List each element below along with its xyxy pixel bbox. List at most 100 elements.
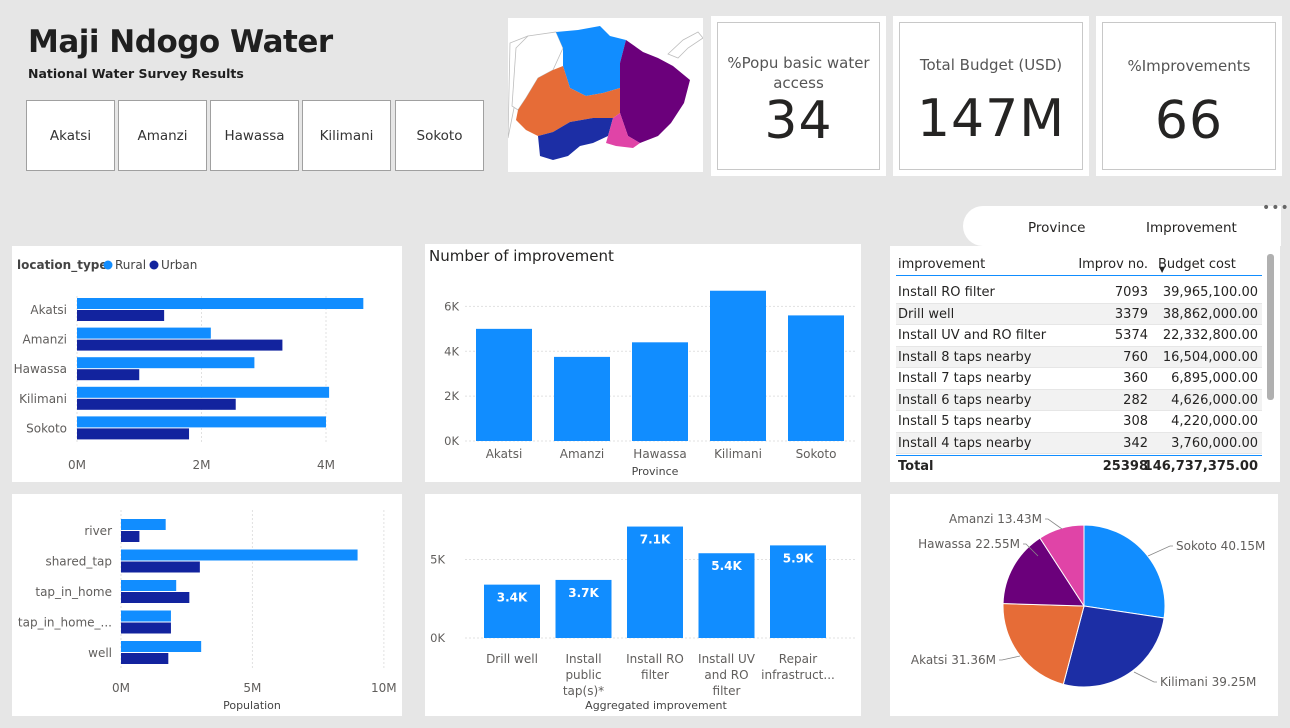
table-header-improv-no[interactable]: Improv no. (1078, 254, 1148, 276)
bar-urban (77, 310, 165, 321)
map-border-line (667, 31, 704, 59)
table-row[interactable]: Drill well 3379 38,862,000.00 (896, 303, 1262, 325)
kpi-card-improvements: %Improvements 66 (1096, 16, 1282, 176)
y-category-label: Akatsi (30, 303, 67, 317)
x-category-label: Install RO (626, 652, 684, 666)
table-total-budget: 146,737,375.00 (1143, 459, 1258, 474)
table-total-label: Total (898, 459, 934, 474)
improvements-by-province-svg: Number of improvement 0K 2K 4K 6K Akatsi Amanz… (429, 247, 855, 478)
slicer-kilimani[interactable]: Kilimani (302, 100, 391, 171)
table-row[interactable]: Install UV and RO filter 5374 22,332,800.0… (896, 325, 1262, 347)
x-category-label: Sokoto (796, 447, 837, 461)
aggregated-improvement-svg: 0K 5K 3.4K Drill well 3.7K Install public tap(s… (430, 526, 855, 712)
aggregated-improvement-chart[interactable]: 0K 5K 3.4K Drill well 3.7K Install public tap(s… (425, 494, 861, 716)
table-scrollbar[interactable] (1267, 254, 1274, 400)
province-map[interactable] (507, 18, 704, 172)
table-cell-improvement: Install RO filter (898, 285, 995, 300)
pie-data-label: Akatsi 31.36M (911, 653, 996, 667)
x-axis-title: Province (632, 465, 679, 478)
kpi-label-line2: access (773, 74, 824, 92)
bar-urban (77, 369, 140, 381)
y-category-label: river (84, 524, 112, 538)
improvements-by-province-chart[interactable]: Number of improvement 0K 2K 4K 6K Akatsi Amanz… (425, 244, 861, 482)
kpi-card-total-budget: Total Budget (USD) 147M (893, 16, 1089, 176)
x-category-label: Install UV (698, 652, 756, 666)
page-subtitle: National Water Survey Results (28, 66, 244, 81)
more-options-icon[interactable]: ••• (1262, 200, 1290, 216)
bar (710, 290, 766, 441)
table-cell-improvement: Install 8 taps nearby (898, 349, 1032, 365)
table-cell-improv-no: 760 (1123, 349, 1148, 365)
table-cell-budget-cost: 3,760,000.00 (1171, 435, 1258, 451)
slicer-amanzi[interactable]: Amanzi (118, 100, 207, 171)
population-by-source-chart[interactable]: 0M 5M 10M river shared_tap tap_in_home tap_in_… (12, 494, 402, 716)
table-total-row: Total 25398 146,737,375.00 (896, 455, 1262, 477)
table-row[interactable]: Install 5 taps nearby 308 4,220,000.00 (896, 411, 1262, 433)
bar (476, 328, 532, 441)
slicer-sokoto[interactable]: Sokoto (395, 100, 484, 171)
bar-urban (121, 561, 200, 573)
chart-title: Number of improvement (429, 247, 614, 265)
bar-urban (77, 398, 236, 410)
table-cell-improvement: Install 5 taps nearby (898, 414, 1032, 429)
table-row[interactable]: Install 8 taps nearby 760 16,504,000.00 (896, 346, 1262, 368)
kpi-card-basic-water-access: %Popu basic water access 34 (711, 16, 886, 176)
legend-title: location_type (17, 258, 108, 273)
budget-by-province-pie-svg: Sokoto 40.15M Kilimani 39.25M Akatsi 31.36… (911, 512, 1266, 689)
table-row[interactable]: Install 6 taps nearby 282 4,626,000.00 (896, 389, 1262, 411)
bar-rural (77, 416, 326, 428)
pie-leader-line (1147, 545, 1173, 557)
table-row[interactable]: Install 7 taps nearby 360 6,895,000.00 (896, 368, 1262, 390)
population-by-province-svg: location_type Rural Urban 0M 2M 4M Akatsi Amanz… (14, 258, 364, 472)
y-tick-label: 0K (444, 434, 459, 448)
pie-data-label: Hawassa 22.55M (918, 537, 1020, 551)
x-category-label: tap(s)* (563, 684, 604, 698)
table-cell-improv-no: 282 (1123, 392, 1148, 408)
table-cell-improv-no: 3379 (1114, 306, 1148, 322)
x-tick-label: 2M (192, 458, 210, 472)
data-label: 7.1K (640, 533, 671, 547)
x-category-label: Hawassa (633, 447, 686, 461)
data-label: 3.7K (568, 586, 599, 600)
x-category-label: Repair (779, 652, 817, 666)
bar-rural (121, 610, 171, 622)
table-cell-budget-cost: 16,504,000.00 (1162, 349, 1258, 365)
table-header-budget-cost-label: Budget cost (1158, 257, 1236, 272)
y-tick-label: 0K (430, 631, 445, 645)
x-category-label: filter (641, 668, 669, 682)
population-by-province-chart[interactable]: location_type Rural Urban 0M 2M 4M Akatsi Amanz… (12, 246, 402, 482)
y-category-label: Sokoto (26, 421, 67, 435)
table-header-improvement[interactable]: improvement (898, 254, 985, 276)
x-category-label: infrastruct... (761, 668, 835, 682)
x-category-label: filter (713, 684, 741, 698)
toggle-improvement[interactable]: Improvement (1146, 220, 1237, 236)
table-cell-improvement: Install 7 taps nearby (898, 371, 1032, 386)
toggle-province[interactable]: Province (1028, 220, 1085, 236)
bar-rural (121, 641, 202, 652)
bar (554, 356, 610, 441)
slicer-hawassa[interactable]: Hawassa (210, 100, 299, 171)
kpi-label: Total Budget (USD) (919, 56, 1063, 74)
table-row[interactable]: Install RO filter 7093 39,965,100.00 (896, 282, 1262, 304)
x-category-label: Drill well (486, 652, 538, 666)
budget-by-province-pie-chart[interactable]: Sokoto 40.15M Kilimani 39.25M Akatsi 31.36… (890, 494, 1278, 716)
y-tick-label: 4K (444, 344, 459, 358)
x-tick-label: 4M (317, 458, 335, 472)
x-category-label: Kilimani (714, 447, 762, 461)
x-tick-label: 0M (68, 458, 86, 472)
legend-marker-rural (103, 260, 113, 270)
pie-leader-line (1133, 671, 1157, 683)
table-cell-improvement: Drill well (898, 306, 955, 322)
table-cell-improv-no: 7093 (1114, 285, 1148, 300)
bar-urban (121, 622, 171, 634)
y-tick-label: 2K (444, 389, 459, 403)
table-header-budget-cost[interactable]: ▼ Budget cost (1158, 254, 1236, 276)
y-tick-label: 6K (444, 299, 459, 313)
table-row[interactable]: Install 4 taps nearby 342 3,760,000.00 (896, 432, 1262, 454)
bar-rural (121, 549, 358, 561)
table-cell-improv-no: 5374 (1114, 328, 1148, 343)
slicer-akatsi[interactable]: Akatsi (26, 100, 115, 171)
table-cell-improv-no: 360 (1123, 371, 1148, 386)
pie-data-label: Kilimani 39.25M (1160, 675, 1256, 689)
y-category-label: tap_in_home_... (18, 616, 112, 630)
